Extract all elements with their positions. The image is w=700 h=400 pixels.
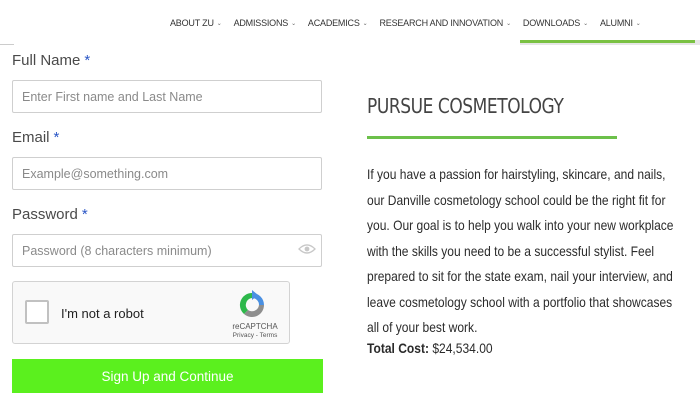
email-label-text: Email: [12, 129, 50, 146]
nav-item-admissions[interactable]: ADMISSIONS ⌄: [233, 18, 297, 28]
sign-up-button[interactable]: Sign Up and Continue: [12, 359, 323, 393]
required-mark: *: [53, 129, 60, 146]
captcha-checkbox[interactable]: [25, 300, 49, 324]
captcha-terms-link[interactable]: Privacy - Terms: [225, 332, 285, 339]
nav-item-label: RESEARCH AND INNOVATION: [379, 18, 504, 28]
chevron-down-icon: ⌄: [506, 20, 511, 27]
program-description: If you have a passion for hairstyling, s…: [367, 166, 674, 335]
full-name-input[interactable]: [12, 80, 322, 113]
divider: [0, 44, 14, 45]
nav-item-downloads[interactable]: DOWNLOADS ⌄: [523, 18, 588, 28]
recaptcha-logo-icon: [239, 290, 265, 318]
nav-item-label: ACADEMICS: [307, 18, 360, 28]
required-mark: *: [81, 206, 88, 223]
nav-item-label: ABOUT ZU: [170, 18, 214, 28]
nav-item-label: ADMISSIONS: [233, 18, 289, 28]
eye-icon[interactable]: [298, 244, 316, 254]
required-mark: *: [84, 52, 91, 69]
cost-label: Total Cost:: [367, 340, 429, 356]
nav-item-academics[interactable]: ACADEMICS ⌄: [308, 18, 368, 28]
top-navigation: ABOUT ZU ⌄ ADMISSIONS ⌄ ACADEMICS ⌄ RESE…: [0, 0, 700, 44]
cost-value: $24,534.00: [432, 340, 493, 356]
nav-item-research[interactable]: RESEARCH AND INNOVATION ⌄: [379, 18, 511, 28]
chevron-down-icon: ⌄: [291, 20, 296, 27]
chevron-down-icon: ⌄: [362, 20, 368, 27]
full-name-label-text: Full Name: [12, 52, 81, 69]
chevron-down-icon: ⌄: [635, 20, 641, 27]
page-title: PURSUE COSMETOLOGY: [367, 94, 564, 118]
total-cost: Total Cost: $24,534.00: [367, 340, 493, 356]
captcha-brand: reCAPTCHA: [232, 322, 278, 331]
nav-item-label: ALUMNI: [599, 18, 633, 28]
password-label-text: Password: [12, 206, 78, 223]
nav-item-about[interactable]: ABOUT ZU ⌄: [170, 18, 222, 28]
recaptcha-widget: I'm not a robot reCAPTCHA Privacy - Term…: [12, 281, 290, 344]
nav-item-alumni[interactable]: ALUMNI ⌄: [600, 18, 641, 28]
email-label: Email *: [12, 129, 59, 146]
password-input[interactable]: [12, 234, 322, 267]
full-name-label: Full Name *: [12, 52, 90, 69]
chevron-down-icon: ⌄: [583, 20, 588, 27]
chevron-down-icon: ⌄: [216, 20, 222, 27]
nav-underline: [520, 40, 700, 45]
captcha-label: I'm not a robot: [61, 306, 144, 321]
nav-underline-accent: [520, 40, 695, 43]
nav-item-label: DOWNLOADS: [522, 18, 581, 28]
password-label: Password *: [12, 206, 88, 223]
nav-menu: ABOUT ZU ⌄ ADMISSIONS ⌄ ACADEMICS ⌄ RESE…: [170, 18, 641, 28]
email-input[interactable]: [12, 157, 322, 190]
heading-underline: [367, 136, 617, 139]
